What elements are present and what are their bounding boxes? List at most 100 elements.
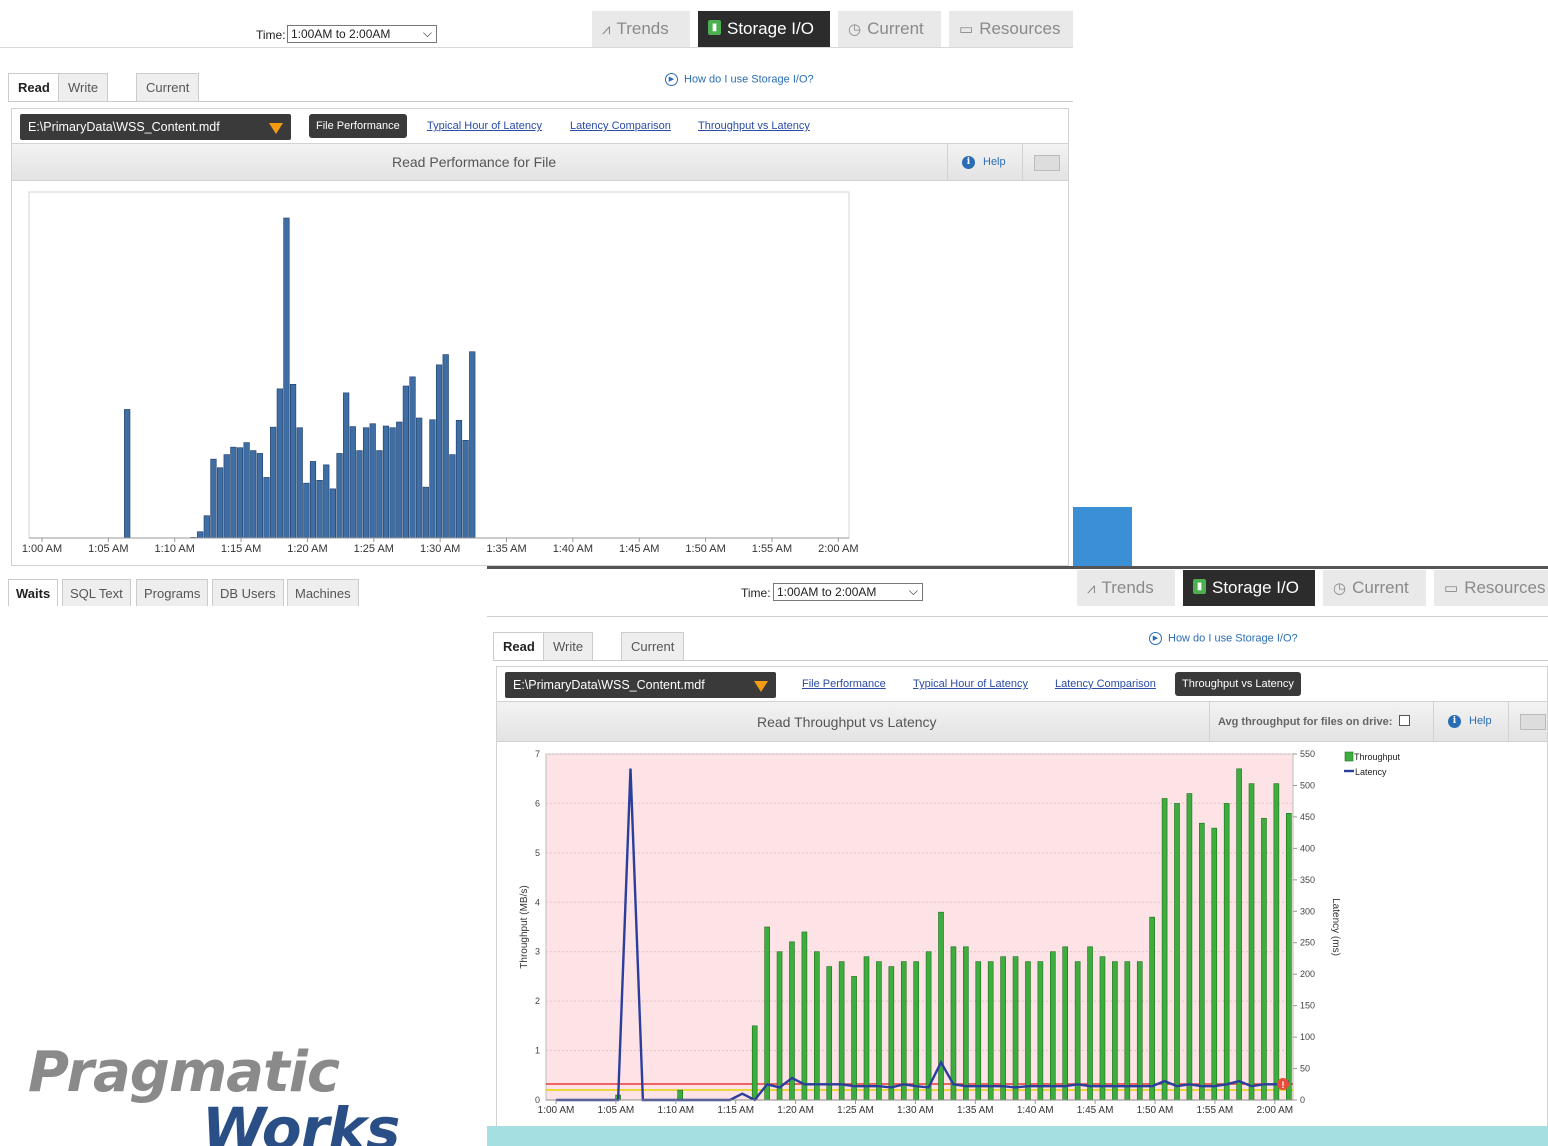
x-tick-label: 1:15 AM (221, 543, 261, 555)
subnav-throughput-vs-latency[interactable]: Throughput vs Latency (698, 120, 810, 132)
tab-read-2[interactable]: Read (493, 632, 545, 660)
throughput-bar (1285, 813, 1292, 1101)
x-tick-label: 1:05 AM (88, 543, 128, 555)
bar (362, 427, 370, 539)
bar (243, 442, 250, 539)
bar (276, 388, 283, 539)
tab-sql-text[interactable]: SQL Text (62, 579, 131, 606)
avg-throughput-toggle[interactable]: Avg throughput for files on drive: (1209, 702, 1433, 742)
x-tick-label: 1:25 AM (354, 543, 394, 555)
bar (422, 486, 429, 539)
subnav-throughput-vs-latency-2[interactable]: Throughput vs Latency (1175, 672, 1301, 696)
chevron-down-icon: ⌵ (908, 584, 918, 598)
nav-trends-2[interactable]: ⩘ Trends (1077, 570, 1175, 606)
bar (203, 515, 210, 539)
time-range-select-2[interactable]: 1:00AM to 2:00AM ⌵ (773, 583, 923, 601)
read-performance-chart: 1:00 AM 1:05 AM 1:10 AM 1:15 AM 1:20 AM 1:25 … (22, 191, 858, 555)
email-button-2[interactable] (1508, 702, 1548, 742)
bar (396, 421, 403, 539)
tab-current-2[interactable]: Current (621, 632, 685, 660)
help-label: Help (983, 156, 1006, 168)
subnav-typical-hour[interactable]: Typical Hour of Latency (427, 120, 542, 132)
tab-waits[interactable]: Waits (8, 579, 59, 606)
throughput-bar (801, 931, 808, 1101)
nav-current-2[interactable]: ◷ Current (1323, 570, 1426, 606)
subnav-file-performance-2[interactable]: File Performance (802, 678, 886, 690)
x-tick-label: 1:45 AM (619, 543, 659, 555)
throughput-bar (987, 961, 994, 1101)
throughput-bar (814, 951, 820, 1101)
y-tick-label: 3 (535, 947, 540, 957)
bar (356, 450, 363, 539)
nav-resources-2[interactable]: ▭ Resources (1434, 570, 1548, 606)
tab-programs[interactable]: Programs (136, 579, 209, 606)
throughput-bar (900, 961, 907, 1101)
tab-write-2[interactable]: Write (543, 632, 594, 660)
nav-resources[interactable]: ▭ Resources (949, 11, 1073, 47)
x-tick-label: 1:55 AM (752, 543, 792, 555)
file-select-value: E:\PrimaryData\WSS_Content.mdf (28, 120, 220, 134)
subnav-file-performance[interactable]: File Performance (309, 114, 407, 138)
bar (462, 439, 469, 539)
legend-throughput-label: Throughput (1354, 752, 1401, 762)
throughput-bar (1136, 961, 1143, 1101)
throughput-bar (1087, 946, 1093, 1101)
subnav-latency-comparison-2[interactable]: Latency Comparison (1055, 678, 1156, 690)
throughput-vs-latency-chart: 0 1 2 3 4 5 6 7 0 50 100 150 200 250 300 350 400 450 500 55… (519, 749, 1401, 1116)
file-select-value-2: E:\PrimaryData\WSS_Content.mdf (513, 678, 705, 692)
throughput-bar (888, 966, 895, 1101)
file-select[interactable]: E:\PrimaryData\WSS_Content.mdf (20, 114, 291, 140)
nav-trends[interactable]: ⩘ Trends (592, 11, 690, 47)
nav-current[interactable]: ◷ Current (838, 11, 941, 47)
storage-io-panel-read-performance: Time: 1:00AM to 2:00AM ⌵ ⩘ Trends ▮ Storag… (0, 0, 1073, 615)
throughput-bar (963, 946, 969, 1101)
bar (230, 446, 237, 539)
subnav-typical-hour-2[interactable]: Typical Hour of Latency (913, 678, 1028, 690)
help-link[interactable]: ▶ How do I use Storage I/O? (665, 73, 814, 86)
throughput-bar (1186, 793, 1193, 1101)
bar (216, 467, 224, 539)
avg-throughput-checkbox[interactable] (1399, 715, 1411, 726)
tab-machines[interactable]: Machines (287, 579, 359, 606)
avg-throughput-label: Avg throughput for files on drive: (1218, 715, 1411, 728)
y-axis-title: Throughput (MB/s) (519, 885, 530, 968)
bar (289, 383, 297, 539)
nav-trends-label-2: Trends (1101, 578, 1154, 597)
throughput-bar (1236, 768, 1242, 1101)
envelope-icon (1034, 155, 1060, 171)
y-tick-label: 6 (535, 798, 540, 808)
tab-current[interactable]: Current (136, 73, 200, 101)
x-tick-label: 1:45 AM (1077, 1105, 1114, 1116)
y2-tick-label: 0 (1300, 1095, 1305, 1105)
tab-write[interactable]: Write (58, 73, 109, 101)
throughput-bar (925, 951, 932, 1101)
nav-storage-io[interactable]: ▮ Storage I/O (698, 11, 830, 47)
throughput-bar (863, 956, 870, 1101)
nav-resources-label-2: Resources (1464, 578, 1546, 597)
throughput-bar (1211, 827, 1218, 1101)
tab-db-users[interactable]: DB Users (212, 579, 284, 606)
bar (449, 454, 456, 539)
clock-icon: ◷ (1333, 580, 1347, 597)
x-tick-label: 1:00 AM (538, 1105, 575, 1116)
email-button[interactable] (1022, 144, 1070, 181)
help-button-2[interactable]: i Help (1433, 702, 1505, 742)
bar (316, 479, 323, 539)
help-button[interactable]: i Help (947, 144, 1019, 181)
time-label: Time: (256, 28, 286, 42)
help-link-2[interactable]: ▶ How do I use Storage I/O? (1149, 632, 1298, 645)
bar (296, 427, 303, 539)
tab-read[interactable]: Read (8, 73, 60, 101)
bar (429, 419, 436, 539)
legend-latency-label: Latency (1355, 767, 1387, 777)
bar (416, 417, 423, 539)
time-range-select[interactable]: 1:00AM to 2:00AM ⌵ (287, 25, 437, 43)
subnav-latency-comparison[interactable]: Latency Comparison (570, 120, 671, 132)
throughput-bar (1049, 951, 1056, 1101)
nav-storage-io-2[interactable]: ▮ Storage I/O (1183, 570, 1315, 606)
tab-divider-2 (493, 660, 1548, 661)
logo-works: Works (202, 1095, 400, 1146)
file-select-2[interactable]: E:\PrimaryData\WSS_Content.mdf (505, 672, 776, 698)
y2-tick-label: 250 (1300, 938, 1315, 948)
throughput-bar (1037, 961, 1044, 1101)
